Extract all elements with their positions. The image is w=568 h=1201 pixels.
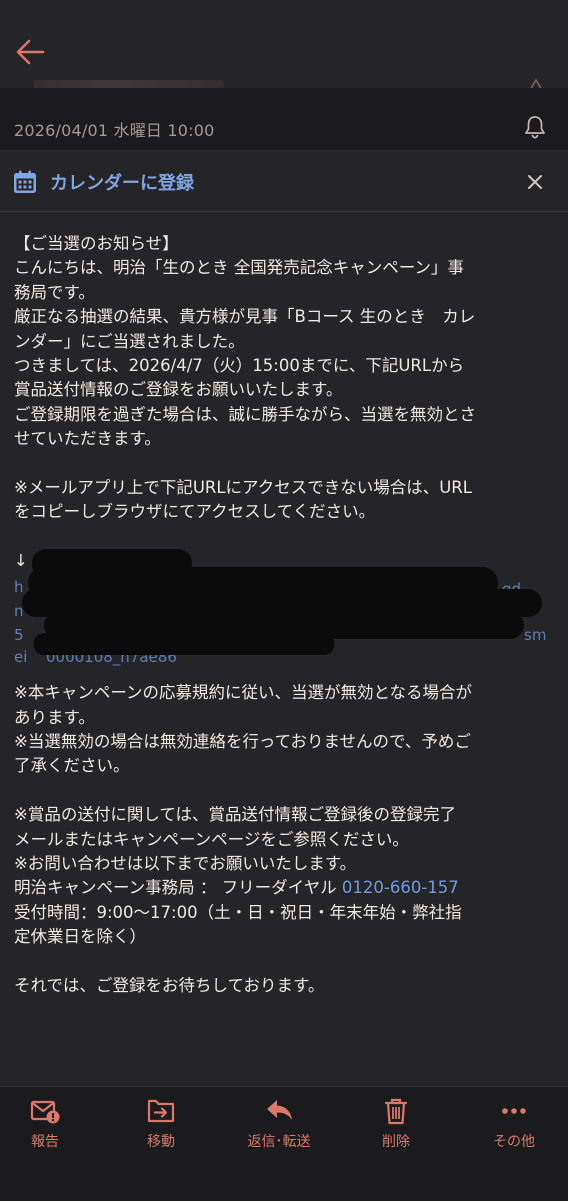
body-line: 務局です。 bbox=[14, 282, 95, 302]
more-label: その他 bbox=[493, 1134, 535, 1150]
move-label: 移動 bbox=[147, 1134, 175, 1150]
reply-forward-button[interactable]: 返信･転送 bbox=[229, 1097, 329, 1151]
report-icon bbox=[30, 1100, 60, 1124]
url-fragment: h bbox=[14, 578, 24, 597]
url-fragment: sm bbox=[524, 626, 547, 645]
contact-line: 明治キャンペーン事務局 ： フリーダイヤル 0120-660-157 bbox=[14, 876, 554, 900]
notice-line: をコピーしブラウザにてアクセスしてください。 bbox=[14, 502, 376, 522]
shipping-line: ※賞品の送付に関しては、賞品送付情報ご登録後の登録完了 bbox=[14, 805, 457, 825]
rules-line: あります。 bbox=[14, 707, 95, 727]
more-button[interactable]: その他 bbox=[464, 1097, 564, 1151]
rules-line: ※当選無効の場合は無効連絡を行っておりませんので、予めご bbox=[14, 732, 471, 752]
more-icon bbox=[502, 1108, 526, 1114]
report-label: 報告 bbox=[31, 1134, 59, 1150]
url-fragment: 5 bbox=[14, 626, 24, 645]
back-arrow-icon bbox=[16, 39, 45, 65]
body-line: こんにちは、明治「生のとき 全国発売記念キャンペーン」事 bbox=[14, 258, 464, 278]
url-fragment: ei bbox=[14, 648, 28, 667]
delete-label: 削除 bbox=[382, 1134, 410, 1150]
bottom-toolbar: 報告 移動 返信･転送 削除 その他 bbox=[0, 1086, 568, 1201]
back-button[interactable] bbox=[10, 32, 50, 72]
delete-button[interactable]: 削除 bbox=[346, 1097, 446, 1151]
contact-prefix: 明治キャンペーン事務局 ： フリーダイヤル bbox=[14, 878, 342, 898]
body-line: ご登録期限を過ぎた場合は、誠に勝手ながら、当選を無効とさ bbox=[14, 404, 476, 424]
phone-link[interactable]: 0120-660-157 bbox=[342, 878, 459, 897]
move-icon bbox=[147, 1099, 175, 1123]
move-button[interactable]: 移動 bbox=[111, 1097, 211, 1151]
body-line: 【ご当選のお知らせ】 bbox=[14, 234, 179, 253]
body-line: つきましては、2026/4/7（火）15:00までに、下記URLから bbox=[14, 356, 465, 376]
redacted-url: ↓ h qd- n 5 sm ei 0000108_h7ae86 bbox=[14, 549, 554, 666]
email-date: 2026/04/01 水曜日 10:00 bbox=[14, 121, 215, 140]
down-arrow: ↓ bbox=[14, 551, 28, 571]
report-button[interactable]: 報告 bbox=[0, 1097, 95, 1151]
body-line: ンダー」にご当選されました。 bbox=[14, 331, 245, 351]
hours-line: 定休業日を除く） bbox=[14, 927, 146, 947]
closing-line: それでは、ご登録をお待ちしております。 bbox=[14, 976, 325, 996]
calendar-bar: カレンダーに登録 bbox=[0, 151, 568, 212]
email-body: 【ご当選のお知らせ】 こんにちは、明治「生のとき 全国発売記念キャンペーン」事 … bbox=[14, 232, 554, 999]
top-bar bbox=[0, 0, 568, 90]
reply-icon bbox=[267, 1100, 292, 1120]
body-line: せていただきます。 bbox=[14, 429, 161, 449]
rules-line: ※本キャンペーンの応募規約に従い、当選が無効となる場合が bbox=[14, 683, 473, 703]
notice-line: ※メールアプリ上で下記URLにアクセスできない場合は、URL bbox=[14, 478, 472, 498]
close-icon[interactable] bbox=[524, 171, 546, 193]
redaction-mark bbox=[34, 633, 334, 656]
hours-line: 受付時間：9:00～17:00（土・日・祝日・年末年始・弊社指 bbox=[14, 902, 462, 922]
rules-line: 了承ください。 bbox=[14, 756, 130, 776]
calendar-bar-label: カレンダーに登録 bbox=[50, 173, 194, 194]
reply-label: 返信･転送 bbox=[247, 1134, 311, 1150]
body-line: 賞品送付情報のご登録をお願いいたします。 bbox=[14, 380, 343, 400]
trash-icon bbox=[384, 1098, 408, 1125]
shipping-line: ※お問い合わせは以下までお願いいたします。 bbox=[14, 854, 357, 874]
add-to-calendar-button[interactable]: カレンダーに登録 bbox=[12, 167, 194, 197]
date-row: 2026/04/01 水曜日 10:00 bbox=[0, 88, 568, 151]
body-line: 厳正なる抽選の結果、貴方様が見事「Bコース 生のとき カレ bbox=[14, 307, 476, 327]
bell-icon[interactable] bbox=[522, 114, 548, 140]
shipping-line: メールまたはキャンペーンページをご参照ください。 bbox=[14, 829, 409, 849]
calendar-icon bbox=[14, 170, 36, 193]
